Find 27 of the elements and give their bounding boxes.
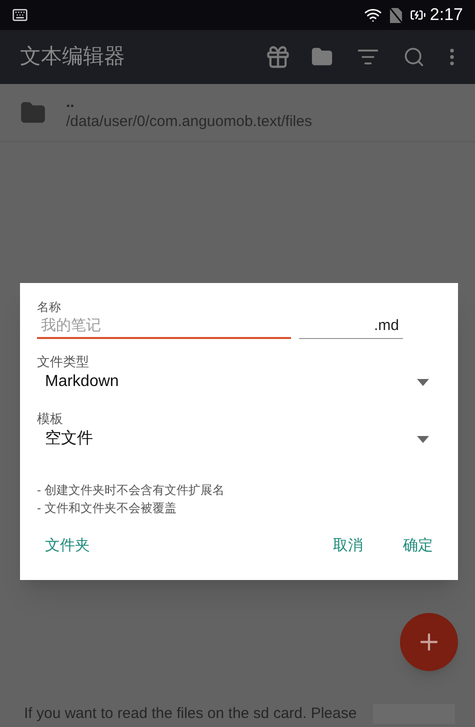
dialog-button[interactable]: 取消	[325, 531, 371, 562]
search-icon[interactable]	[403, 46, 425, 68]
folder-icon[interactable]	[311, 46, 333, 68]
footer-text: If you want to read the files on the sd card. Please	[24, 704, 357, 724]
dialog-button[interactable]: 文件夹	[37, 531, 98, 562]
keyboard-icon	[12, 7, 28, 23]
folder-icon	[20, 100, 46, 126]
file-path: /data/user/0/com.anguomob.text/files	[66, 112, 312, 132]
dropdown-select[interactable]: 空文件	[37, 425, 441, 453]
no-sim-icon	[390, 8, 402, 22]
dropdown-select[interactable]: Markdown	[37, 368, 441, 396]
file-name: ..	[66, 94, 76, 112]
select-label: 模板	[37, 412, 64, 425]
dropdown-arrow-icon	[417, 378, 429, 386]
wifi-icon	[364, 6, 382, 24]
select-label: 文件类型	[37, 355, 90, 368]
note-text: - 文件和文件夹不会被覆盖	[37, 500, 178, 517]
file-list-item[interactable]: .. /data/user/0/com.anguomob.text/files	[0, 84, 475, 142]
dialog-button[interactable]: 确定	[395, 531, 441, 562]
gift-icon[interactable]	[265, 44, 291, 70]
note-text: - 创建文件夹时不会含有文件扩展名	[37, 482, 226, 499]
extension-field[interactable]: .md	[299, 315, 403, 339]
field-label: 名称	[37, 301, 62, 313]
name-input-field[interactable]: 我的笔记	[37, 313, 291, 339]
app-title: 文本编辑器	[20, 44, 125, 70]
dropdown-arrow-icon	[417, 436, 429, 442]
clock-time: 2:17	[430, 4, 463, 26]
